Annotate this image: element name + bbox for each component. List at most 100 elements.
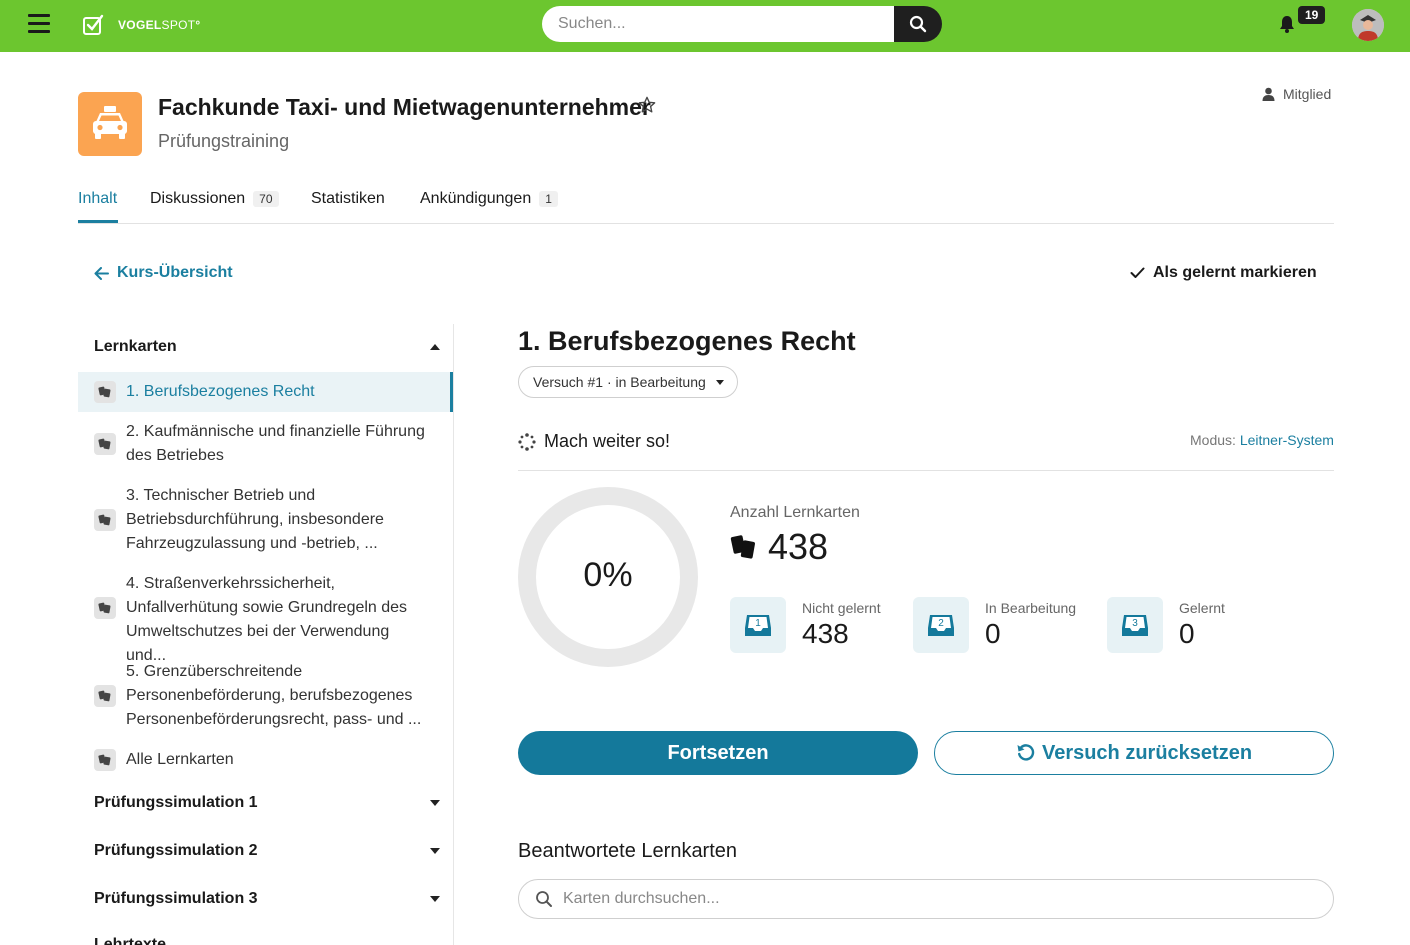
flashcards-icon (730, 535, 755, 559)
brand-suffix: SPOT (161, 18, 196, 32)
leitner-box-2: 2 In Bearbeitung 0 (913, 597, 1076, 653)
caret-up-icon (430, 344, 440, 350)
tab-label: Diskussionen (150, 190, 246, 207)
tab-label: Statistiken (311, 190, 385, 207)
sidebar-item-alle-lernkarten[interactable]: Alle Lernkarten (78, 748, 453, 772)
notification-count[interactable]: 19 (1298, 6, 1326, 24)
taxi-icon (93, 106, 127, 139)
caret-down-icon (430, 848, 440, 854)
course-subtitle: Prüfungstraining (158, 131, 290, 151)
inbox-icon: 3 (1107, 597, 1163, 653)
motivation-text: Mach weiter so! (544, 431, 671, 451)
tab-diskussionen[interactable]: Diskussionen 70 (150, 190, 279, 208)
brand-logo[interactable]: VOGELSPOT° (82, 12, 201, 38)
membership-status: Mitglied (1262, 86, 1331, 102)
active-tab-indicator (78, 220, 118, 223)
logo-check-icon (83, 14, 104, 35)
reset-attempt-button[interactable]: Versuch zurücksetzen (934, 731, 1334, 775)
tab-ankuendigungen[interactable]: Ankündigungen 1 (420, 190, 558, 208)
flashcards-icon (94, 433, 116, 455)
search-input[interactable] (542, 6, 894, 42)
attempt-select-value: Versuch #1 · in Bearbeitung (533, 374, 706, 390)
progress-percentage: 0% (583, 556, 633, 594)
sidebar-item-label: 1. Berufsbezogenes Recht (126, 383, 315, 400)
mark-learned-label: Als gelernt markieren (1153, 264, 1317, 281)
motivation-status: Mach weiter so! (518, 431, 670, 452)
flashcards-icon (94, 749, 116, 771)
mode-label: Modus: (1190, 432, 1240, 448)
box-value: 0 (1179, 618, 1195, 649)
check-icon (1130, 267, 1145, 278)
avatar[interactable] (1352, 9, 1384, 41)
sidebar-item-grenzueberschreitende-befoerderung[interactable]: 5. Grenzüberschreitende Personenbeförder… (78, 660, 453, 732)
card-count: 438 (730, 526, 828, 568)
bell-icon[interactable] (1279, 15, 1295, 33)
attempt-select[interactable]: Versuch #1 · in Bearbeitung (518, 366, 738, 398)
undo-icon (1017, 744, 1035, 761)
caret-down-icon (430, 896, 440, 902)
box-label: Gelernt (1179, 600, 1225, 616)
user-avatar-icon (1352, 9, 1384, 41)
sidebar-item-label: des Betriebes (126, 447, 224, 464)
continue-button[interactable]: Fortsetzen (518, 731, 918, 775)
continue-button-label: Fortsetzen (667, 741, 769, 764)
sidebar-item-label: 5. Grenzüberschreitende (126, 663, 303, 680)
sidebar-item-technischer-betrieb[interactable]: 3. Technischer Betrieb und Betriebsdurch… (78, 484, 453, 556)
top-bar: VOGELSPOT° 19 (0, 0, 1410, 52)
inbox-icon: 2 (913, 597, 969, 653)
learning-mode: Modus: Leitner-System (1190, 432, 1334, 448)
sidebar-item-label: 2. Kaufmännische und finanzielle Führung (126, 423, 425, 440)
card-count-label: Anzahl Lernkarten (730, 504, 860, 521)
sidebar-item-label: Alle Lernkarten (126, 751, 234, 768)
sidebar-section-simulation-2[interactable]: Prüfungssimulation 2 (94, 842, 440, 860)
section-label: Lehrtexte (94, 936, 167, 945)
card-search-input[interactable] (518, 879, 1334, 919)
tab-count-badge: 70 (253, 191, 279, 207)
course-icon (78, 92, 142, 156)
tab-label: Inhalt (78, 190, 118, 207)
box-number: 3 (1132, 618, 1138, 629)
sidebar-item-label: Unfallverhütung sowie Grundregeln des (126, 599, 408, 616)
sidebar-item-label: 4. Straßenverkehrssicherheit, (126, 575, 335, 592)
sidebar-item-label: 3. Technischer Betrieb und (126, 487, 316, 504)
sidebar-section-simulation-3[interactable]: Prüfungssimulation 3 (94, 890, 440, 908)
leitner-box-1: 1 Nicht gelernt 438 (730, 597, 881, 653)
mark-learned-button[interactable]: Als gelernt markieren (1130, 264, 1317, 282)
sidebar-section-simulation-1[interactable]: Prüfungssimulation 1 (94, 794, 440, 812)
tab-statistiken[interactable]: Statistiken (311, 190, 385, 208)
sidebar-item-strassenverkehrssicherheit[interactable]: 4. Straßenverkehrssicherheit, Unfallverh… (78, 572, 453, 664)
box-value: 438 (802, 618, 849, 649)
sidebar-item-label: Personenbeförderung, berufsbezogenes (126, 687, 413, 704)
menu-icon[interactable] (28, 14, 50, 34)
tab-count-badge: 1 (539, 191, 558, 207)
flashcards-icon (94, 685, 116, 707)
search-icon (536, 891, 552, 907)
tab-inhalt[interactable]: Inhalt (78, 190, 117, 208)
user-icon (1262, 87, 1275, 101)
course-overview-link[interactable]: Kurs-Übersicht (94, 264, 233, 282)
box-value: 0 (985, 618, 1001, 649)
section-label: Prüfungssimulation 1 (94, 794, 258, 811)
box-label: Nicht gelernt (802, 600, 881, 616)
caret-down-icon (430, 800, 440, 806)
sidebar-item-label: Personenbeförderungsrecht, pass- und ... (126, 711, 422, 728)
section-label: Prüfungssimulation 3 (94, 890, 258, 907)
leitner-box-3: 3 Gelernt 0 (1107, 597, 1225, 653)
search-icon (909, 15, 927, 33)
mode-link[interactable]: Leitner-System (1240, 432, 1334, 448)
box-number: 2 (938, 618, 944, 629)
flashcards-icon (94, 509, 116, 531)
star-icon[interactable] (638, 96, 656, 114)
sidebar-item-berufsbezogenes-recht[interactable]: 1. Berufsbezogenes Recht (78, 372, 453, 412)
lesson-title: 1. Berufsbezogenes Recht (518, 326, 856, 356)
flashcards-icon (94, 381, 116, 403)
search-button[interactable] (894, 6, 942, 42)
course-title: Fachkunde Taxi- und Mietwagenunternehmer (158, 94, 651, 120)
spinner-icon (518, 432, 536, 451)
sidebar-section-lernkarten[interactable]: Lernkarten (94, 338, 440, 356)
card-count-value: 438 (768, 526, 829, 567)
sidebar-item-kaufmaennische-fuehrung[interactable]: 2. Kaufmännische und finanzielle Führung… (78, 420, 453, 468)
flashcards-icon (94, 597, 116, 619)
sidebar-section-lehrtexte[interactable]: Lehrtexte (94, 936, 440, 945)
brand-name: VOGEL (118, 18, 162, 32)
